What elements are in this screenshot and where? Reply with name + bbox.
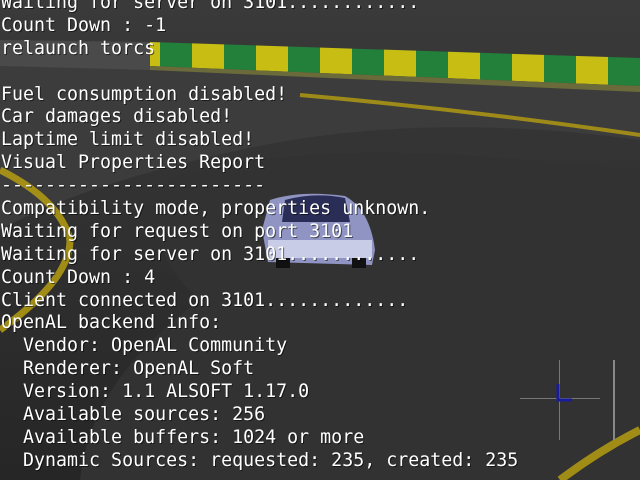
console-line: Count Down : 4 xyxy=(1,266,156,288)
game-viewport: Waiting for server on 3101............ Co… xyxy=(0,0,640,480)
console-line: Compatibility mode, properties unknown. xyxy=(1,198,431,220)
console-line: Available buffers: 1024 or more xyxy=(1,426,365,448)
console-line: OpenAL backend info: xyxy=(1,312,222,334)
console-line: Fuel consumption disabled! xyxy=(1,83,288,105)
console-line: Waiting for request on port 3101 xyxy=(1,220,354,242)
mini-hud-bar xyxy=(613,360,615,440)
console-line: Waiting for server on 3101............ xyxy=(1,0,420,13)
console-line: Waiting for server on 3101............ xyxy=(1,243,420,265)
console-line: Vendor: OpenAL Community xyxy=(1,335,288,357)
console-output: Waiting for server on 3101............ Co… xyxy=(1,0,518,473)
console-line: Count Down : -1 xyxy=(1,14,167,36)
console-line: ------------------------ xyxy=(1,175,266,197)
console-line: Dynamic Sources: requested: 235, created… xyxy=(1,449,519,471)
console-line: Client connected on 3101............. xyxy=(1,289,409,311)
console-line: Car damages disabled! xyxy=(1,106,233,128)
console-line: Version: 1.1 ALSOFT 1.17.0 xyxy=(1,381,310,403)
console-line: Renderer: OpenAL Soft xyxy=(1,358,255,380)
console-line: Laptime limit disabled! xyxy=(1,129,255,151)
console-line: Visual Properties Report xyxy=(1,152,266,174)
console-line: relaunch torcs xyxy=(1,37,156,59)
console-line: Available sources: 256 xyxy=(1,404,266,426)
